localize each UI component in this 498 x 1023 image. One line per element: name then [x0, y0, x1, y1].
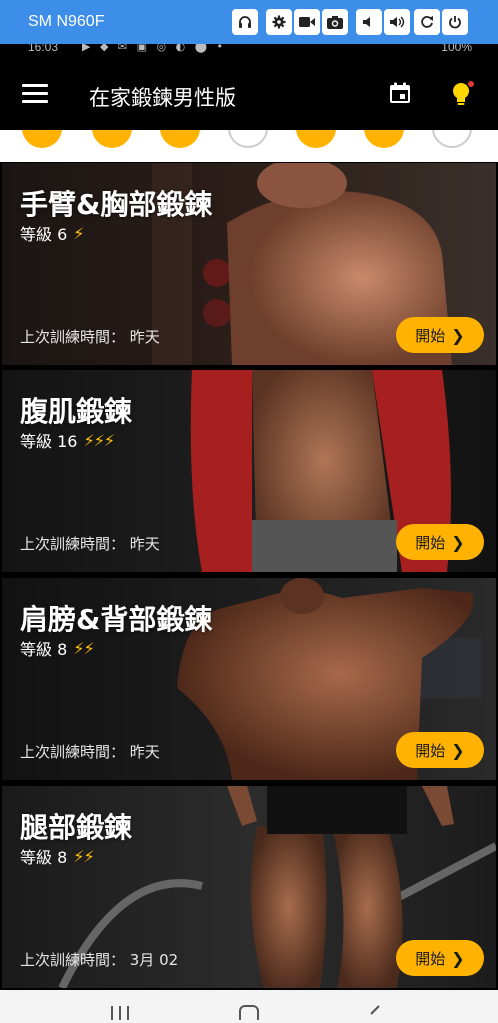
status-time: 16:03: [28, 44, 59, 54]
card-level: 等級 8 ⚡⚡: [20, 844, 95, 868]
start-button[interactable]: 開始 ❯: [396, 524, 484, 560]
card-level: 等級 6 ⚡: [20, 221, 85, 245]
start-button[interactable]: 開始 ❯: [396, 940, 484, 976]
chevron-right-icon: ❯: [451, 948, 465, 968]
volume-up-icon[interactable]: [384, 9, 410, 35]
lightning-bolt-icon: ⚡⚡: [73, 846, 94, 866]
level-dot: [92, 130, 132, 148]
workout-card-shoulders-back[interactable]: 肩膀&背部鍛鍊 等級 8 ⚡⚡ 上次訓練時間： 昨天 開始 ❯: [2, 578, 496, 780]
notification-icons: ▶ ◆ ✉ ▣ ◎ ◐ ⬤ •: [82, 44, 226, 53]
workout-card-arms-chest[interactable]: 手臂&胸部鍛鍊 等級 6 ⚡ 上次訓練時間： 昨天 開始 ❯: [2, 163, 496, 365]
level-progress-strip: [0, 130, 498, 162]
chevron-right-icon: ❯: [451, 740, 465, 760]
last-trained-text: 上次訓練時間： 昨天: [20, 328, 160, 346]
media-controls: [232, 9, 258, 35]
level-label: 等級 6: [20, 225, 68, 244]
lightning-bolt-icon: ⚡: [73, 223, 84, 243]
back-icon[interactable]: [368, 1004, 382, 1020]
start-button-label: 開始: [415, 741, 446, 760]
lightning-bolt-icon: ⚡⚡⚡: [83, 430, 115, 450]
app-title: 在家鍛鍊男性版: [89, 86, 236, 110]
start-button-label: 開始: [415, 326, 446, 345]
level-dot: [22, 130, 62, 148]
workout-card-abs[interactable]: 腹肌鍛鍊 等級 16 ⚡⚡⚡ 上次訓練時間： 昨天 開始 ❯: [2, 370, 496, 572]
video-record-icon[interactable]: [294, 9, 320, 35]
card-title: 腹肌鍛鍊: [20, 395, 133, 428]
last-trained-text: 上次訓練時間： 昨天: [20, 743, 160, 761]
level-dot: [364, 130, 404, 148]
card-title: 肩膀&背部鍛鍊: [20, 603, 213, 636]
chevron-right-icon: ❯: [451, 532, 465, 552]
app-toolbar: 在家鍛鍊男性版: [0, 58, 498, 130]
volume-down-icon[interactable]: [356, 9, 382, 35]
level-label: 等級 8: [20, 640, 68, 659]
level-dot: [228, 130, 268, 148]
remote-control-bar: SM N960F: [0, 0, 498, 44]
calendar-icon[interactable]: [389, 82, 411, 104]
card-title: 手臂&胸部鍛鍊: [20, 188, 213, 221]
card-level: 等級 8 ⚡⚡: [20, 636, 95, 660]
workout-card-legs[interactable]: 腿部鍛鍊 等級 8 ⚡⚡ 上次訓練時間： 3月 02 開始 ❯: [2, 786, 496, 988]
start-button[interactable]: 開始 ❯: [396, 317, 484, 353]
menu-icon[interactable]: [22, 84, 48, 104]
capture-controls: [266, 9, 348, 35]
last-trained-text: 上次訓練時間： 3月 02: [20, 951, 179, 969]
level-label: 等級 16: [20, 432, 78, 451]
start-button[interactable]: 開始 ❯: [396, 732, 484, 768]
lightning-bolt-icon: ⚡⚡: [73, 638, 94, 658]
device-name: SM N960F: [28, 13, 105, 30]
power-icon[interactable]: [442, 9, 468, 35]
settings-gear-icon[interactable]: [266, 9, 292, 35]
volume-controls: [356, 9, 410, 35]
status-bar: 16:03 ▶ ◆ ✉ ▣ ◎ ◐ ⬤ • 100%: [0, 44, 498, 58]
headphone-icon[interactable]: [232, 9, 258, 35]
start-button-label: 開始: [415, 533, 446, 552]
level-dot: [296, 130, 336, 148]
camera-screenshot-icon[interactable]: [322, 9, 348, 35]
level-dot: [432, 130, 472, 148]
level-label: 等級 8: [20, 848, 68, 867]
card-title: 腿部鍛鍊: [20, 811, 133, 844]
home-icon[interactable]: [238, 1004, 260, 1020]
battery-level: 100%: [441, 44, 472, 54]
recent-apps-icon[interactable]: [110, 1004, 130, 1020]
card-level: 等級 16 ⚡⚡⚡: [20, 428, 115, 452]
system-navigation-bar: [0, 990, 498, 1023]
rotate-icon[interactable]: [414, 9, 440, 35]
chevron-right-icon: ❯: [451, 325, 465, 345]
level-dot: [160, 130, 200, 148]
start-button-label: 開始: [415, 949, 446, 968]
device-controls: [414, 9, 468, 35]
last-trained-text: 上次訓練時間： 昨天: [20, 535, 160, 553]
lightbulb-icon[interactable]: [450, 80, 476, 108]
